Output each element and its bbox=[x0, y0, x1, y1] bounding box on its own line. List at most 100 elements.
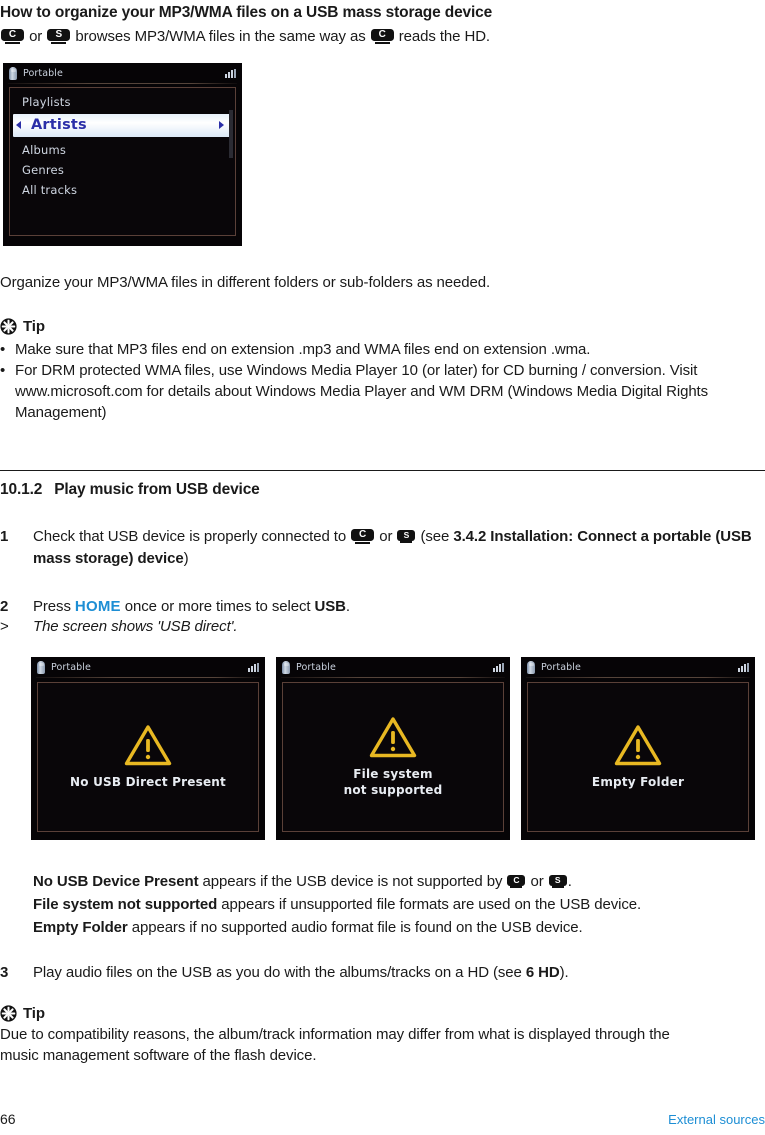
step-1-body: Check that USB device is properly connec… bbox=[33, 526, 765, 570]
error-explanation-3-rest: appears if no supported audio format fil… bbox=[127, 919, 583, 936]
result-marker: > bbox=[0, 618, 9, 635]
warning-message-line: not supported bbox=[343, 783, 443, 797]
usb-device-icon bbox=[282, 660, 290, 674]
tip-label-1: Tip bbox=[23, 318, 45, 335]
intro-tail-text: reads the HD. bbox=[394, 28, 490, 45]
menu-item-selected-label: Artists bbox=[31, 117, 87, 133]
menu-item-label: Genres bbox=[22, 163, 65, 177]
device-badge-c2-icon: C bbox=[370, 29, 394, 44]
warning-triangle-icon bbox=[614, 725, 662, 766]
step-2-number: 2 bbox=[0, 598, 9, 615]
document-page: How to organize your MP3/WMA files on a … bbox=[0, 0, 765, 1135]
error-explanation-2-rest: appears if unsupported file formats are … bbox=[217, 896, 642, 913]
device-screen-header: Portable bbox=[521, 657, 755, 677]
step-2-body: Press HOME once or more times to select … bbox=[33, 596, 765, 618]
tip-bullet: • Make sure that MP3 files end on extens… bbox=[0, 339, 765, 360]
device-badge-s-letter: S bbox=[397, 530, 416, 541]
step-1-or: or bbox=[375, 528, 397, 545]
menu-item[interactable]: All tracks bbox=[10, 180, 235, 200]
warning-content: File system not supported bbox=[283, 683, 503, 831]
step-3-text-a: Play audio files on the USB as you do wi… bbox=[33, 964, 526, 981]
device-badge-c-icon: C bbox=[351, 529, 375, 544]
warning-message: File system not supported bbox=[344, 766, 443, 798]
error-name-2: File system not supported bbox=[33, 896, 218, 913]
device-badge-c-stand bbox=[5, 41, 20, 44]
device-badge-c2-stand bbox=[374, 41, 390, 44]
tip-heading-1: Tip bbox=[0, 318, 765, 335]
chevron-left-icon bbox=[16, 121, 21, 129]
signal-bars-icon bbox=[493, 662, 504, 672]
device-error-panel: Empty Folder bbox=[527, 682, 749, 832]
menu-item-label: Albums bbox=[22, 143, 67, 157]
error-explanation-2: File system not supported appears if uns… bbox=[33, 893, 765, 916]
device-badge-c2-letter: C bbox=[370, 29, 394, 41]
error-explanation-3: Empty Folder appears if no supported aud… bbox=[33, 916, 765, 939]
intro-post-text: browses MP3/WMA files in the same way as bbox=[71, 28, 370, 45]
warning-content: Empty Folder bbox=[528, 683, 748, 831]
step-1-text-c: ) bbox=[183, 550, 189, 567]
signal-bars-icon bbox=[248, 662, 259, 672]
tip-2-text: Due to compatibility reasons, the album/… bbox=[0, 1026, 670, 1064]
menu-item[interactable]: Albums bbox=[10, 140, 235, 160]
signal-bars-icon bbox=[738, 662, 749, 672]
device-screen-divider bbox=[526, 677, 750, 678]
tip-label-2: Tip bbox=[23, 1005, 45, 1022]
tip-bullet-text: For DRM protected WMA files, use Windows… bbox=[15, 362, 709, 421]
error-explanation-1-tail: . bbox=[567, 873, 572, 890]
device-screen-divider bbox=[8, 83, 237, 84]
device-error-panel: No USB Direct Present bbox=[37, 682, 259, 832]
step-2-text-b: once or more times to select bbox=[120, 598, 315, 615]
device-badge-c-stand bbox=[355, 541, 371, 544]
step-1-text-b: (see bbox=[416, 528, 454, 545]
step-1-text-a: Check that USB device is properly connec… bbox=[33, 528, 351, 545]
step-3: 3 Play audio files on the USB as you do … bbox=[0, 962, 765, 984]
tip-bullet-text: Make sure that MP3 files end on extensio… bbox=[15, 341, 591, 358]
step-3-text-b: ). bbox=[559, 964, 569, 981]
scrollbar[interactable] bbox=[229, 110, 233, 158]
device-screen-title: Portable bbox=[296, 661, 336, 673]
menu-item-label: Playlists bbox=[22, 95, 71, 109]
device-badge-s-stand bbox=[51, 41, 67, 44]
warning-content: No USB Direct Present bbox=[38, 683, 258, 831]
organize-paragraph: Organize your MP3/WMA files in different… bbox=[0, 274, 491, 291]
device-screen-divider bbox=[281, 677, 505, 678]
page-footer: 66 External sources bbox=[0, 1111, 765, 1127]
signal-bars-icon bbox=[225, 68, 236, 78]
warning-message: Empty Folder bbox=[592, 774, 684, 790]
device-badge-c-icon: C bbox=[1, 29, 24, 44]
tip-bullet: • For DRM protected WMA files, use Windo… bbox=[0, 360, 765, 423]
step-2-result: > The screen shows 'USB direct'. bbox=[0, 616, 765, 638]
usb-device-icon bbox=[9, 66, 17, 80]
menu-item[interactable]: Playlists bbox=[10, 92, 235, 112]
device-badge-s-icon: S bbox=[548, 875, 567, 888]
device-badge-s-stand bbox=[551, 886, 564, 888]
section-heading: 10.1.2 Play music from USB device bbox=[0, 481, 260, 499]
device-badge-s-icon: S bbox=[397, 530, 416, 543]
step-2-text-a: Press bbox=[33, 598, 75, 615]
usb-bold: USB bbox=[314, 598, 346, 615]
step-3-body: Play audio files on the USB as you do wi… bbox=[33, 962, 765, 984]
error-explanations: No USB Device Present appears if the USB… bbox=[33, 870, 765, 939]
step-3-number: 3 bbox=[0, 964, 9, 981]
error-explanation-1: No USB Device Present appears if the USB… bbox=[33, 870, 765, 893]
menu-item-selected[interactable]: Artists bbox=[13, 114, 232, 137]
device-error-panel: File system not supported bbox=[282, 682, 504, 832]
device-screenshot-error-1: Portable No USB Direct Present bbox=[31, 657, 265, 840]
home-key-label: HOME bbox=[74, 598, 121, 615]
warning-triangle-icon bbox=[124, 725, 172, 766]
intro-mid-text: or bbox=[25, 28, 47, 45]
section-divider bbox=[0, 470, 765, 471]
device-badge-c-letter: C bbox=[507, 875, 526, 886]
device-screen-divider bbox=[36, 677, 260, 678]
device-badge-s-icon: S bbox=[47, 29, 71, 44]
device-menu-panel: Playlists Artists Albums Genres All trac… bbox=[9, 87, 236, 236]
menu-item[interactable]: Genres bbox=[10, 160, 235, 180]
warning-message-line: No USB Direct Present bbox=[70, 775, 226, 789]
error-explanation-1-mid: appears if the USB device is not support… bbox=[198, 873, 507, 890]
device-screen-title: Portable bbox=[23, 67, 63, 79]
device-screen-header: Portable bbox=[3, 63, 242, 83]
device-badge-s-stand bbox=[400, 541, 413, 543]
menu-item-label: All tracks bbox=[22, 183, 78, 197]
warning-message: No USB Direct Present bbox=[70, 774, 226, 790]
tip-heading-2: Tip bbox=[0, 1005, 765, 1022]
